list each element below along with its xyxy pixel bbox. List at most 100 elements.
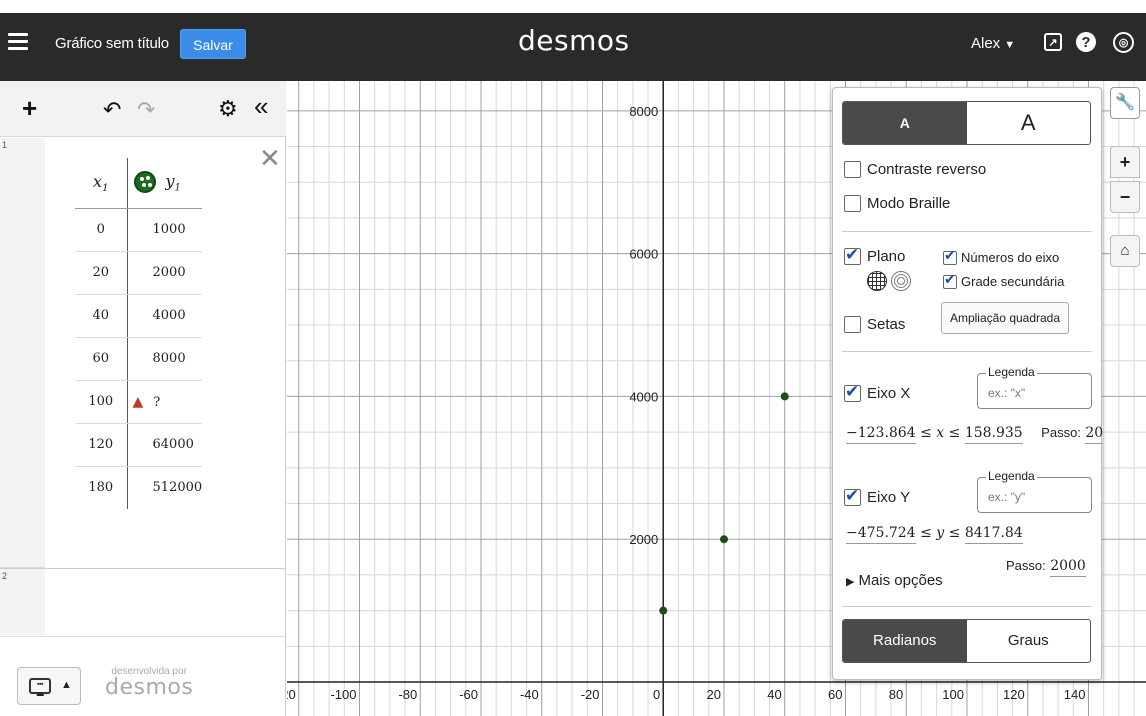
y-tick-label: 4000	[629, 389, 658, 404]
cartesian-grid-icon[interactable]	[867, 271, 887, 291]
divider	[842, 351, 1092, 352]
radians-option[interactable]: Radianos	[843, 620, 967, 662]
axis-numbers-checkbox[interactable]: Números do eixo	[943, 248, 1060, 265]
save-button[interactable]: Salvar	[180, 29, 246, 59]
checkbox-label: Setas	[867, 316, 906, 333]
y-cell[interactable]: 1000	[127, 208, 203, 252]
font-large-option[interactable]: A	[967, 102, 1091, 144]
y-value: 512000	[152, 480, 203, 496]
y-cell[interactable]: 512000	[127, 466, 203, 509]
caret-up-icon: ▲	[61, 679, 72, 691]
x-tick-label: 0	[653, 687, 660, 702]
x-axis-label-input[interactable]: Legenda ex.: "x"	[977, 365, 1092, 409]
y-cell[interactable]: 64000	[127, 423, 203, 467]
x-column-header[interactable]: x1	[75, 158, 128, 209]
x-tick-label: 20	[707, 687, 721, 702]
x-tick-label: -120	[287, 687, 296, 702]
share-icon[interactable]: ↗	[1044, 33, 1062, 51]
x-tick-label: -20	[581, 687, 600, 702]
close-icon[interactable]: ✕	[259, 145, 281, 171]
data-point	[659, 606, 668, 615]
language-globe-icon[interactable]: ◎	[1113, 32, 1134, 53]
checkbox-box[interactable]	[943, 248, 957, 265]
angle-mode-toggle: Radianos Graus	[842, 619, 1091, 663]
add-item-icon[interactable]: +	[22, 93, 37, 123]
y-cell[interactable]: 4000	[127, 294, 203, 338]
font-small-option[interactable]: A	[843, 102, 967, 144]
x-cell[interactable]: 100	[75, 380, 128, 424]
home-icon[interactable]: ⌂	[1110, 235, 1140, 267]
checkbox-box[interactable]	[844, 161, 861, 178]
data-point	[780, 392, 789, 401]
x-cell[interactable]: 0	[75, 208, 128, 252]
checkbox-box[interactable]	[844, 195, 861, 212]
checkbox-label: Contraste reverso	[867, 161, 987, 178]
x-max-input[interactable]: 158.935	[964, 425, 1023, 444]
line-number: 2	[2, 571, 8, 581]
line-number: 1	[2, 140, 8, 150]
y-column-header[interactable]: y1	[127, 158, 203, 209]
font-size-toggle: A A	[842, 101, 1091, 145]
checkbox-box[interactable]	[943, 272, 957, 289]
checkbox-label: Números do eixo	[961, 250, 1060, 265]
x-step-label: Passo:	[1041, 425, 1081, 440]
braille-mode-checkbox[interactable]: Modo Braille	[844, 195, 950, 212]
warning-icon[interactable]: ▲	[133, 394, 144, 410]
x-cell[interactable]: 20	[75, 251, 128, 295]
menu-icon[interactable]	[8, 33, 28, 50]
polar-grid-icon[interactable]	[891, 271, 911, 291]
x-cell[interactable]: 180	[75, 466, 128, 509]
square-zoom-button[interactable]: Ampliação quadrada	[941, 302, 1069, 334]
x-min-input[interactable]: −123.864	[846, 425, 916, 444]
more-options-toggle[interactable]: ▶ Mais opções	[846, 572, 943, 589]
divider	[0, 636, 285, 637]
keyboard-toggle-button[interactable]: ▪▪▪ ▬ ▲	[17, 667, 81, 705]
checkbox-label: Eixo Y	[867, 489, 911, 506]
help-icon[interactable]: ?	[1076, 32, 1096, 52]
x-tick-label: -80	[398, 687, 417, 702]
y-max-input[interactable]: 8417.84	[964, 525, 1023, 544]
x-cell[interactable]: 60	[75, 337, 128, 381]
checkbox-box[interactable]	[844, 245, 861, 265]
x-tick-label: 80	[889, 687, 903, 702]
y-axis-checkbox[interactable]: Eixo Y	[844, 486, 911, 506]
reverse-contrast-checkbox[interactable]: Contraste reverso	[844, 161, 986, 178]
zoom-in-button[interactable]: +	[1110, 146, 1140, 178]
series-style-icon[interactable]	[133, 171, 156, 194]
gear-icon[interactable]: ⚙	[218, 94, 238, 124]
minor-gridlines-checkbox[interactable]: Grade secundária	[943, 272, 1064, 289]
x-cell[interactable]: 120	[75, 423, 128, 467]
collapse-panel-icon[interactable]: «	[254, 91, 268, 121]
redo-icon[interactable]: ↷	[137, 95, 155, 125]
x-tick-label: 40	[767, 687, 781, 702]
y-cell[interactable]: 8000	[127, 337, 203, 381]
x-axis-checkbox[interactable]: Eixo X	[844, 382, 910, 402]
grid-checkbox[interactable]: Plano	[844, 245, 905, 265]
y-cell[interactable]: 2000	[127, 251, 203, 295]
arrows-checkbox[interactable]: Setas	[844, 316, 905, 333]
y-step-row: Passo: 2000	[1006, 558, 1086, 577]
x-cell[interactable]: 40	[75, 294, 128, 338]
checkbox-box[interactable]	[844, 316, 861, 333]
x-step-input[interactable]: 20	[1085, 425, 1104, 444]
y-cell[interactable]: ▲?	[127, 380, 203, 424]
degrees-option[interactable]: Graus	[967, 620, 1091, 662]
wrench-icon[interactable]: 🔧	[1110, 87, 1140, 119]
y-min-input[interactable]: −475.724	[846, 525, 916, 544]
checkbox-box[interactable]	[844, 486, 861, 506]
checkbox-box[interactable]	[844, 382, 861, 402]
graph-title[interactable]: Gráfico sem título	[55, 35, 169, 52]
expression-gutter-1[interactable]: 1 +	[0, 138, 45, 597]
le-sign: ≤	[920, 525, 932, 541]
x-range-row: −123.864 ≤ x ≤ 158.935 Passo: 20	[846, 425, 1104, 444]
caret-down-icon: ▼	[1004, 39, 1016, 51]
zoom-out-button[interactable]: −	[1110, 181, 1140, 213]
powered-by-desmos[interactable]: desenvolvida por desmos	[105, 666, 193, 699]
user-menu[interactable]: Alex ▼	[971, 35, 1015, 52]
expression-gutter-2[interactable]: 2	[0, 569, 45, 635]
y-step-input[interactable]: 2000	[1050, 558, 1086, 577]
table-row: 0 1000	[75, 208, 203, 252]
le-sign: ≤	[920, 425, 932, 441]
undo-icon[interactable]: ↶	[103, 95, 121, 125]
y-axis-label-input[interactable]: Legenda ex.: "y"	[977, 469, 1092, 513]
